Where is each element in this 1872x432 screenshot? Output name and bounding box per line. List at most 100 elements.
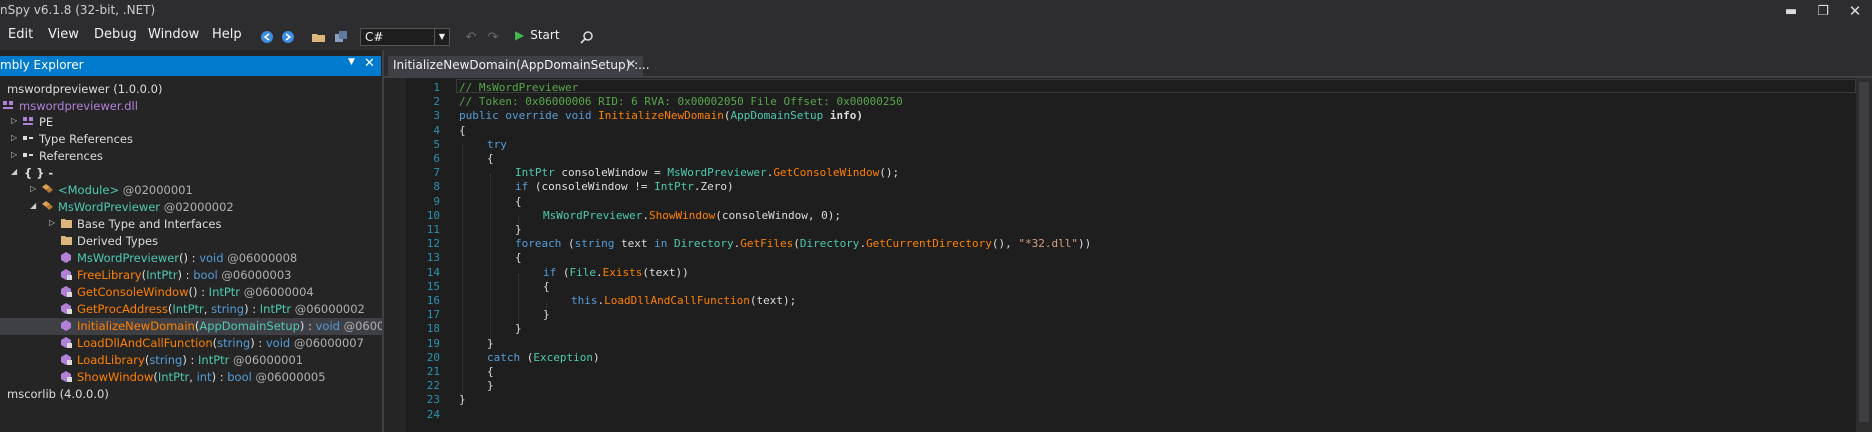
tree-node-derived-types[interactable]: Derived Types [60,233,158,250]
line-number: 17 [426,308,440,322]
folder-icon [60,217,73,229]
expand-icon[interactable]: ▷ [11,133,17,142]
method-icon [60,302,73,314]
method-icon [60,353,73,365]
menu-view[interactable]: View [48,27,79,42]
expand-icon[interactable]: ▷ [30,184,36,193]
line-number: 9 [433,194,440,208]
references-icon [22,149,35,161]
assembly-explorer-title: mbly Explorer [0,58,84,72]
tree-node-pe[interactable]: PE [22,114,53,131]
collapse-icon[interactable]: ◢ [11,167,17,176]
open-icon[interactable] [310,28,328,46]
line-number: 14 [426,265,440,279]
save-icon[interactable] [332,28,350,46]
line-number: 24 [426,407,440,421]
forward-icon[interactable] [279,28,297,46]
code-line: { [487,365,494,378]
line-number: 5 [433,137,440,151]
line-number: 20 [426,350,440,364]
tree-node-module-class[interactable]: <Module> @02000001 [41,182,193,199]
line-number: 4 [433,123,440,137]
code-line: { [459,123,466,137]
close-icon[interactable]: ✕ [1840,0,1870,22]
tree-method-showwindow[interactable]: ShowWindow(IntPtr, int) : bool @06000005 [60,369,326,386]
back-icon[interactable] [258,28,276,46]
code-line: this.LoadDllAndCallFunction(text); [571,294,797,307]
scrollbar-thumb[interactable] [1859,82,1869,422]
menu-help[interactable]: Help [212,27,242,42]
start-button[interactable]: ▶ Start [515,28,560,42]
code-line: foreach (string text in Directory.GetFil… [515,237,1092,251]
expand-icon[interactable]: ▷ [11,150,17,159]
tree-method-loadlibrary[interactable]: LoadLibrary(string) : IntPtr @06000001 [60,352,303,369]
code-line: // MsWordPreviewer [459,81,579,94]
tree-method-freelibrary[interactable]: FreeLibrary(IntPtr) : bool @06000003 [60,267,291,284]
method-icon [60,268,73,280]
code-line: } [515,223,522,236]
document-tab-label: InitializeNewDomain(AppDomainSetup) :... [393,58,650,72]
line-number: 15 [426,279,440,293]
pane-close-icon[interactable]: ✕ [364,56,375,71]
dropdown-arrow-icon: ▼ [434,29,449,45]
indent-guide [490,174,491,344]
line-number: 16 [426,294,440,307]
start-label: Start [530,28,560,42]
tree-method-initializenewdomain[interactable]: InitializeNewDomain(AppDomainSetup) : vo… [60,318,406,335]
pane-dropdown-icon[interactable]: ▼ [348,57,355,67]
redo-icon[interactable]: ↷ [484,28,502,46]
restore-icon[interactable]: ❐ [1808,0,1838,22]
code-line: if (File.Exists(text)) [543,265,689,279]
tab-close-icon[interactable]: ✕ [626,57,636,71]
class-icon [41,200,54,212]
line-number: 7 [433,166,440,180]
window-title: nSpy v6.1.8 (32-bit, .NET) [0,3,156,17]
line-number: 10 [426,208,440,222]
collapse-icon[interactable]: ◢ [30,201,36,210]
current-line-highlight [456,79,1856,93]
language-select[interactable]: C# ▼ [360,28,450,46]
expand-icon[interactable]: ▷ [49,218,55,227]
menu-edit[interactable]: Edit [8,27,33,42]
line-number: 8 [433,180,440,194]
references-icon [22,132,35,144]
line-number: 13 [426,251,440,265]
tree-method-loaddllandcallfunction[interactable]: LoadDllAndCallFunction(string) : void @0… [60,335,364,352]
tree-node-mscorlib[interactable]: mscorlib (4.0.0.0) [7,386,109,403]
tree-method-ctor[interactable]: MsWordPreviewer() : void @06000008 [60,250,297,267]
search-icon[interactable] [578,28,596,46]
code-line: catch (Exception) [487,350,600,364]
tree-node-references[interactable]: References [22,148,103,165]
code-line: public override void InitializeNewDomain… [459,109,864,123]
line-number: 6 [433,152,440,165]
line-number: 19 [426,336,440,350]
line-number: 18 [426,322,440,336]
code-line: } [459,393,466,407]
code-editor[interactable] [384,78,1856,432]
method-icon [60,285,73,297]
expand-icon[interactable]: ▷ [11,116,17,125]
tree-node-base-types[interactable]: Base Type and Interfaces [60,216,222,233]
undo-icon[interactable]: ↶ [462,28,480,46]
tree-node-dll[interactable]: mswordpreviewer.dll [2,98,138,115]
tree-node-namespace[interactable]: { } - [24,165,53,182]
editor-gutter [384,78,406,432]
tree-method-getconsolewindow[interactable]: GetConsoleWindow() : IntPtr @06000004 [60,284,314,301]
tree-node-type-references[interactable]: Type References [22,131,133,148]
method-icon [60,319,73,331]
tree-node-mswordpreviewer-class[interactable]: MsWordPreviewer @02000002 [41,199,234,216]
class-icon [41,183,54,195]
code-line: } [487,379,494,393]
code-line: IntPtr consoleWindow = MsWordPreviewer.G… [515,166,900,180]
tree-node-assembly[interactable]: mswordpreviewer (1.0.0.0) [7,81,162,98]
tree-method-getprocaddress[interactable]: GetProcAddress(IntPtr, string) : IntPtr … [60,301,365,318]
menu-debug[interactable]: Debug [94,27,137,42]
folder-icon [60,234,73,246]
menu-window[interactable]: Window [148,27,199,42]
line-number: 22 [426,379,440,393]
code-line: { [515,194,522,208]
minimize-icon[interactable]: ▬ [1776,0,1806,22]
horizontal-scrollbar[interactable] [456,422,1856,432]
line-number: 1 [433,81,440,94]
code-line: { [543,279,550,293]
